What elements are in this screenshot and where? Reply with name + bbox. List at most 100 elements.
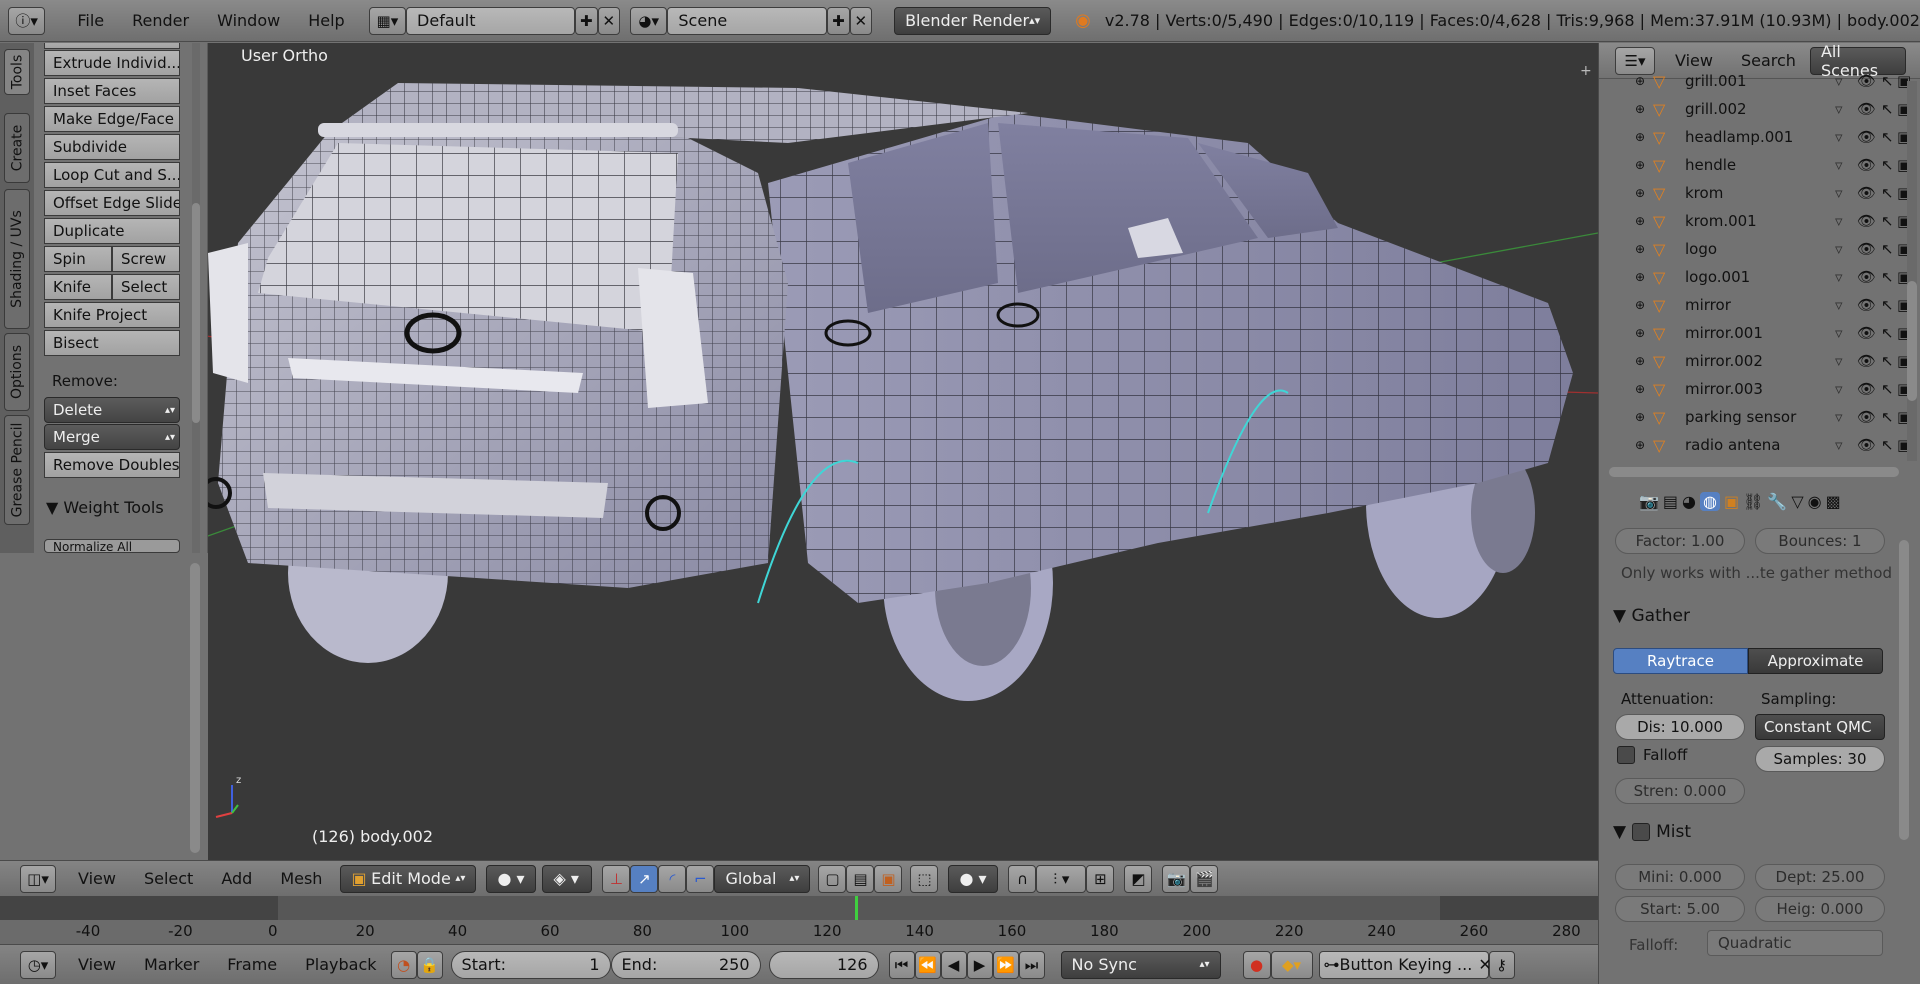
outliner-item[interactable]: ⊕ ▽ logo ▿ 👁 ↖ ▣: [1599, 235, 1911, 263]
cursor-icon[interactable]: ↖: [1881, 100, 1894, 118]
outliner-scrollbar[interactable]: [1907, 81, 1917, 461]
raytrace-button[interactable]: Raytrace: [1613, 648, 1748, 674]
outliner-item[interactable]: ⊕ ▽ mirror.001 ▿ 👁 ↖ ▣: [1599, 319, 1911, 347]
mist-depth-field[interactable]: Dept: 25.00: [1755, 864, 1885, 890]
prev-keyframe-button[interactable]: ⏪: [914, 950, 941, 979]
mist-falloff-select[interactable]: Quadratic: [1707, 930, 1883, 956]
cursor-icon[interactable]: ↖: [1881, 268, 1894, 286]
snap-toggle[interactable]: ∩: [1008, 864, 1037, 893]
expand-icon[interactable]: ⊕: [1635, 186, 1645, 200]
current-frame-field[interactable]: 126: [768, 950, 879, 979]
tool-make-edge-face[interactable]: Make Edge/Face: [44, 106, 180, 132]
toggle-region-icon[interactable]: +: [1580, 63, 1592, 79]
cursor-icon[interactable]: ↖: [1881, 184, 1894, 202]
outliner-item[interactable]: ⊕ ▽ krom ▿ 👁 ↖ ▣: [1599, 179, 1911, 207]
expand-icon[interactable]: ⊕: [1635, 382, 1645, 396]
tool-remove-doubles[interactable]: Remove Doubles: [44, 452, 180, 478]
lock-button[interactable]: 🔒: [416, 950, 443, 979]
approximate-button[interactable]: Approximate: [1748, 648, 1883, 674]
info-editor-button[interactable]: ⓘ▾: [8, 6, 46, 35]
cursor-icon[interactable]: ↖: [1881, 408, 1894, 426]
outliner-item[interactable]: ⊕ ▽ mirror.002 ▿ 👁 ↖ ▣: [1599, 347, 1911, 375]
eye-icon[interactable]: 👁: [1857, 324, 1876, 342]
edge-select-button[interactable]: ▤: [846, 864, 875, 893]
translate-manipulator[interactable]: ↗: [630, 864, 659, 893]
bounces-field[interactable]: Bounces: 1: [1755, 528, 1885, 554]
face-select-button[interactable]: ▣: [874, 864, 903, 893]
properties-scrollbar[interactable]: [1899, 540, 1909, 840]
modifiers-tab-icon[interactable]: 🔧: [1767, 492, 1787, 511]
expand-icon[interactable]: ⊕: [1635, 410, 1645, 424]
expand-icon[interactable]: ⊕: [1635, 298, 1645, 312]
falloff-checkbox[interactable]: Falloff: [1617, 746, 1687, 764]
sampling-select[interactable]: Constant QMC: [1755, 714, 1885, 740]
outliner-item[interactable]: ⊕ ▽ logo.001 ▿ 👁 ↖ ▣: [1599, 263, 1911, 291]
jump-end-button[interactable]: ⏭: [1018, 950, 1045, 979]
cursor-icon[interactable]: ↖: [1881, 128, 1894, 146]
play-reverse-button[interactable]: ◀: [940, 950, 967, 979]
start-frame-field[interactable]: Start: 1: [450, 950, 611, 979]
opengl-render-button[interactable]: ◩: [1124, 864, 1153, 893]
menu-timeline-view[interactable]: View: [64, 955, 130, 974]
expand-icon[interactable]: ⊕: [1635, 130, 1645, 144]
eye-icon[interactable]: 👁: [1857, 240, 1876, 258]
tool-bisect[interactable]: Bisect: [44, 330, 180, 356]
sync-select[interactable]: No Sync ▴▾: [1060, 950, 1221, 979]
render-engine-select[interactable]: Blender Render ▴▾: [894, 6, 1052, 35]
remove-layout-button[interactable]: ✕: [597, 6, 621, 35]
add-scene-button[interactable]: ✚: [827, 6, 850, 35]
pivot-select[interactable]: ◈ ▾: [542, 864, 593, 893]
cursor-icon[interactable]: ↖: [1881, 156, 1894, 174]
outliner-item[interactable]: ⊕ ▽ mirror.003 ▿ 👁 ↖ ▣: [1599, 375, 1911, 403]
eye-icon[interactable]: 👁: [1857, 268, 1876, 286]
material-tab-icon[interactable]: ◉: [1808, 492, 1822, 511]
mist-min-field[interactable]: Mini: 0.000: [1615, 864, 1745, 890]
factor-field[interactable]: Factor: 1.00: [1615, 528, 1745, 554]
tool-duplicate[interactable]: Duplicate: [44, 218, 180, 244]
tab-create[interactable]: Create: [4, 113, 30, 183]
outliner-scroll-thumb[interactable]: [1907, 281, 1917, 401]
tool-panel-scrollbar[interactable]: [192, 43, 200, 553]
eye-icon[interactable]: 👁: [1857, 212, 1876, 230]
camera-render-button[interactable]: 📷: [1162, 864, 1191, 893]
tool-extrude-individual[interactable]: Extrude Individ...: [44, 50, 180, 76]
cursor-icon[interactable]: ↖: [1881, 212, 1894, 230]
weight-tools-header[interactable]: ▼ Weight Tools: [46, 498, 164, 517]
tab-shading-uvs[interactable]: Shading / UVs: [4, 189, 30, 329]
tool-knife-project[interactable]: Knife Project: [44, 302, 180, 328]
cursor-icon[interactable]: ↖: [1881, 352, 1894, 370]
expand-icon[interactable]: ⊕: [1635, 158, 1645, 172]
eye-icon[interactable]: 👁: [1857, 156, 1876, 174]
occlude-button[interactable]: ⬚: [910, 864, 939, 893]
play-button[interactable]: ▶: [966, 950, 993, 979]
scrollbar-thumb[interactable]: [192, 203, 200, 423]
menu-frame[interactable]: Frame: [213, 955, 291, 974]
distance-field[interactable]: Dis: 10.000: [1615, 714, 1745, 740]
object-tab-icon[interactable]: ▣: [1724, 492, 1739, 511]
mist-height-field[interactable]: Heig: 0.000: [1755, 896, 1885, 922]
snap-element-select[interactable]: ⫶ ▾: [1036, 864, 1087, 893]
cursor-icon[interactable]: ↖: [1881, 436, 1894, 454]
texture-tab-icon[interactable]: ▩: [1826, 492, 1841, 511]
menu-select[interactable]: Select: [130, 869, 207, 888]
outliner-item[interactable]: ⊕ ▽ grill.002 ▿ 👁 ↖ ▣: [1599, 95, 1911, 123]
data-tab-icon[interactable]: ▽: [1791, 492, 1803, 511]
jump-start-button[interactable]: ⏮: [888, 950, 915, 979]
menu-window[interactable]: Window: [203, 11, 294, 30]
samples-field[interactable]: Samples: 30: [1755, 746, 1885, 772]
tab-tools[interactable]: Tools: [4, 49, 30, 95]
tab-grease-pencil[interactable]: Grease Pencil: [4, 415, 30, 525]
outliner-item[interactable]: ⊕ ▽ grill.001 ▿ 👁 ↖ ▣: [1599, 67, 1911, 95]
expand-icon[interactable]: ⊕: [1635, 270, 1645, 284]
strength-field[interactable]: Stren: 0.000: [1615, 778, 1745, 804]
menu-add[interactable]: Add: [207, 869, 266, 888]
3d-viewport[interactable]: User Ortho (126) body.002 + z: [208, 43, 1598, 860]
region-scrollbar[interactable]: [190, 563, 200, 853]
mist-checkbox[interactable]: [1632, 823, 1651, 841]
expand-icon[interactable]: ⊕: [1635, 354, 1645, 368]
cursor-icon[interactable]: ↖: [1881, 72, 1894, 90]
cursor-icon[interactable]: ↖: [1881, 296, 1894, 314]
menu-view[interactable]: View: [64, 869, 130, 888]
scale-manipulator[interactable]: ⌐: [686, 864, 715, 893]
viewport-shading-select[interactable]: ● ▾: [486, 864, 537, 893]
